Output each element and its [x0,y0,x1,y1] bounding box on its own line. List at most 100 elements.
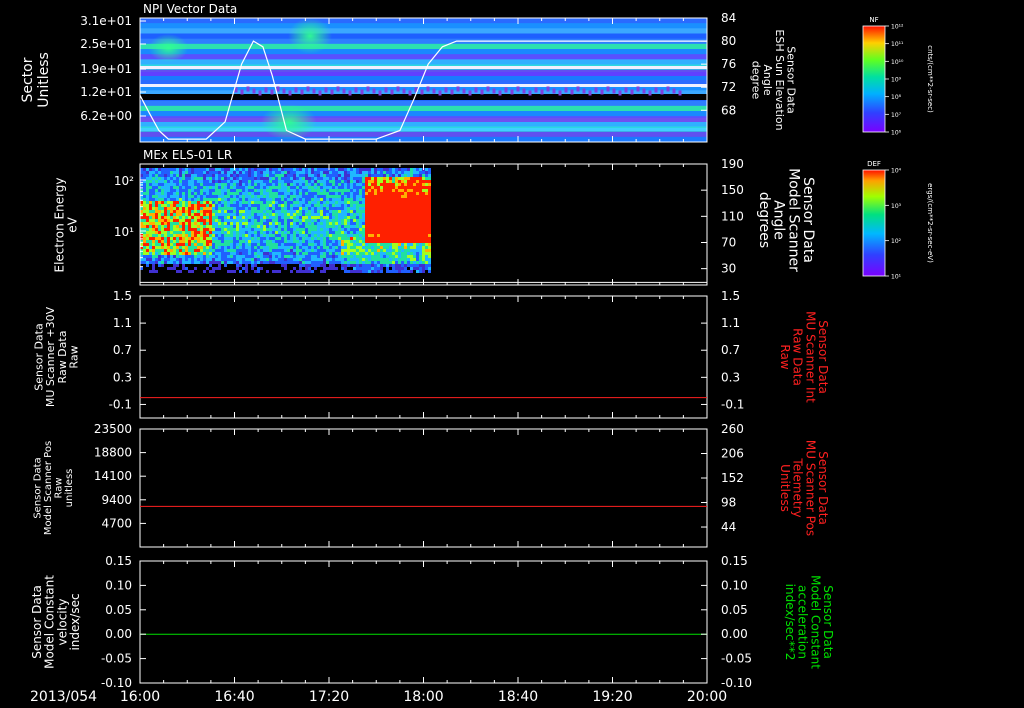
heatmap-pixel [152,213,155,216]
heatmap-pixel [176,246,179,249]
heatmap-pixel [173,249,176,252]
heatmap-pixel [158,228,161,231]
heatmap-pixel [422,261,425,264]
heatmap-pixel [377,264,380,267]
heatmap-pixel [161,234,164,237]
heatmap-pixel [212,246,215,249]
heatmap-pixel [275,219,278,222]
heatmap-pixel [176,180,179,183]
heatmap-pixel [194,258,197,261]
heatmap-pixel [296,222,299,225]
heatmap-pixel [377,174,380,177]
heatmap-pixel [209,246,212,249]
heatmap-pixel [570,89,574,95]
heatmap-pixel [263,219,266,222]
heatmap-pixel [302,210,305,213]
heatmap-pixel [347,192,350,195]
heatmap-pixel [215,186,218,189]
heatmap-pixel [425,246,428,249]
heatmap-pixel [380,234,383,237]
heatmap-pixel [353,234,356,237]
heatmap-pixel [170,180,173,183]
heatmap-pixel [326,255,329,258]
heatmap-pixel [368,201,371,204]
heatmap-pixel [248,189,251,192]
heatmap-pixel [389,201,392,204]
heatmap-pixel [281,195,284,198]
heatmap-pixel [386,210,389,213]
heatmap-pixel [155,261,158,264]
heatmap-pixel [221,222,224,225]
heatmap-pixel [320,228,323,231]
heatmap-pixel [395,255,398,258]
heatmap-pixel [185,267,188,270]
heatmap-pixel [197,213,200,216]
heatmap-pixel [185,168,188,171]
heatmap-pixel [272,240,275,243]
heatmap-pixel [359,240,362,243]
heatmap-pixel [215,255,218,258]
heatmap-pixel [197,207,200,210]
heatmap-pixel [419,192,422,195]
heatmap-pixel [242,192,245,195]
heatmap-pixel [176,264,179,267]
heatmap-pixel [341,207,344,210]
heatmap-pixel [284,189,287,192]
heatmap-pixel [365,228,368,231]
heatmap-pixel [314,267,317,270]
heatmap-pixel [245,234,248,237]
heatmap-pixel [347,228,350,231]
heatmap-pixel [359,174,362,177]
heatmap-pixel [194,216,197,219]
heatmap-pixel [395,180,398,183]
heatmap-pixel [209,225,212,228]
heatmap-pixel [272,207,275,210]
heatmap-pixel [428,219,431,222]
heatmap-pixel [401,183,404,186]
heatmap-pixel [329,207,332,210]
heatmap-pixel [425,255,428,258]
heatmap-pixel [332,261,335,264]
heatmap-pixel [149,210,152,213]
heatmap-pixel [462,88,466,94]
heatmap-pixel [326,267,329,270]
heatmap-pixel [341,168,344,171]
heatmap-pixel [419,174,422,177]
heatmap-pixel [281,255,284,258]
heatmap-pixel [329,231,332,234]
heatmap-pixel [248,177,251,180]
heatmap-pixel [383,210,386,213]
y2-tick-label: 0.7 [721,343,740,357]
heatmap-pixel [323,252,326,255]
heatmap-pixel [308,198,311,201]
heatmap-pixel [266,213,269,216]
heatmap-pixel [233,216,236,219]
heatmap-pixel [182,204,185,207]
heatmap-pixel [263,189,266,192]
heatmap-pixel [344,216,347,219]
heatmap-pixel [350,261,353,264]
heatmap-pixel [492,88,496,94]
heatmap-pixel [380,189,383,192]
heatmap-pixel [236,192,239,195]
heatmap-pixel [257,219,260,222]
heatmap-pixel [281,201,284,204]
heatmap-pixel [272,252,275,255]
heatmap-pixel [167,174,170,177]
heatmap-pixel [320,210,323,213]
heatmap-pixel [534,87,538,93]
heatmap-pixel [167,177,170,180]
heatmap-pixel [395,192,398,195]
heatmap-pixel [368,219,371,222]
heatmap-pixel [380,174,383,177]
heatmap-pixel [173,198,176,201]
heatmap-pixel [290,183,293,186]
heatmap-pixel [338,261,341,264]
heatmap-pixel [149,168,152,171]
heatmap-pixel [395,216,398,219]
heatmap-pixel [260,258,263,261]
heatmap-pixel [248,207,251,210]
heatmap-pixel [374,210,377,213]
heatmap-pixel [422,213,425,216]
heatmap-pixel [413,174,416,177]
